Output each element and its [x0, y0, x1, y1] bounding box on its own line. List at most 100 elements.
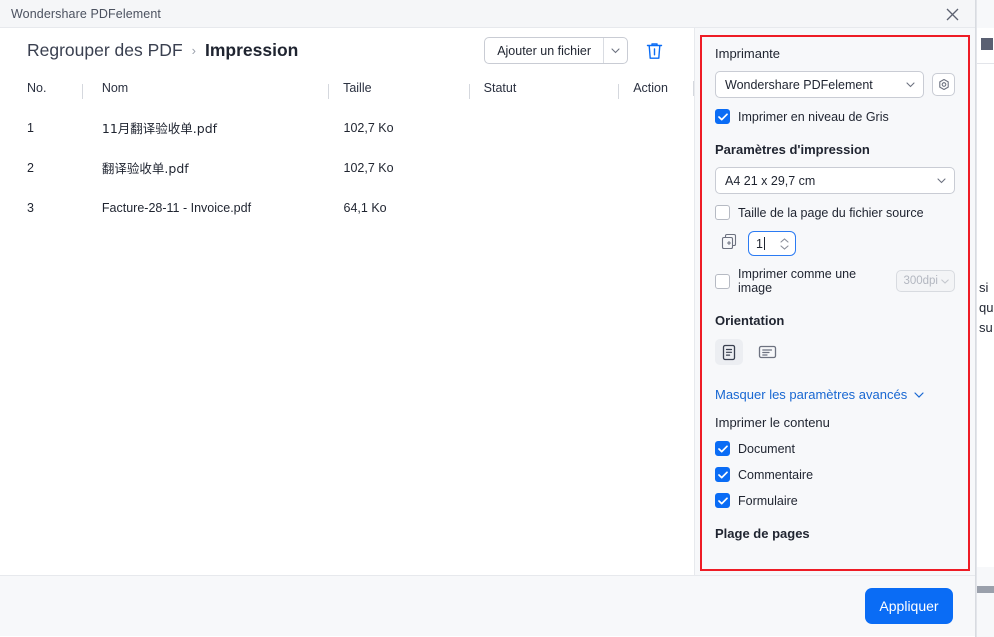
printer-section-title: Imprimante — [715, 46, 781, 61]
print-settings-title: Paramètres d'impression — [715, 142, 870, 157]
background-text-line-3: su — [979, 320, 993, 335]
cell-name: Facture-28-11 - Invoice.pdf — [101, 200, 252, 215]
row-gap — [0, 183, 694, 192]
copies-row: 1 — [715, 231, 955, 256]
source-page-size-label: Taille de la page du fichier source — [738, 205, 924, 220]
dpi-select: 300dpi — [896, 270, 955, 292]
window-title: Wondershare PDFelement — [11, 6, 161, 21]
portrait-orientation-icon — [722, 344, 736, 360]
chevron-up-icon[interactable] — [780, 237, 789, 243]
chevron-down-icon — [941, 275, 949, 287]
orientation-title: Orientation — [715, 313, 785, 328]
print-content-form-checkbox[interactable] — [715, 493, 730, 508]
chevron-down-icon — [611, 47, 620, 53]
add-file-dropdown-button[interactable] — [603, 38, 627, 63]
add-file-split-button: Ajouter un fichier — [484, 37, 628, 64]
copies-stepper[interactable] — [780, 237, 789, 250]
page-size-select[interactable]: A4 21 x 29,7 cm — [715, 167, 955, 194]
copies-input[interactable]: 1 — [748, 231, 796, 256]
pdfelement-dialog: Wondershare PDFelement Regrouper des PDF… — [0, 0, 976, 637]
advanced-settings-label: Masquer les paramètres avancés — [715, 386, 908, 402]
print-content-comment-row[interactable]: Commentaire — [715, 467, 955, 482]
column-header-size: Taille — [328, 81, 469, 99]
chevron-down-icon — [937, 177, 946, 184]
chevron-down-icon — [906, 81, 915, 88]
cell-size: 102,7 Ko — [343, 120, 394, 135]
text-caret — [763, 237, 765, 250]
cell-no: 2 — [27, 160, 34, 175]
file-list-pane: Regrouper des PDF › Impression Ajouter u… — [0, 28, 695, 575]
apply-button[interactable]: Appliquer — [865, 588, 953, 624]
source-page-size-checkbox-row[interactable]: Taille de la page du fichier source — [715, 205, 955, 220]
cell-size: 64,1 Ko — [343, 200, 387, 215]
copies-value: 1 — [756, 236, 763, 251]
breadcrumb-separator: › — [191, 43, 196, 58]
checkmark-icon — [717, 112, 728, 120]
landscape-orientation-button[interactable] — [753, 339, 781, 365]
close-button[interactable] — [929, 0, 975, 28]
orientation-row — [715, 339, 955, 365]
dialog-footer: Appliquer — [0, 575, 975, 636]
print-content-document-label: Document — [738, 441, 795, 456]
printer-row: Wondershare PDFelement — [715, 71, 955, 98]
checkmark-icon — [717, 470, 728, 478]
delete-button[interactable] — [642, 39, 666, 63]
cell-no: 3 — [27, 200, 34, 215]
column-header-status: Statut — [468, 81, 619, 99]
portrait-orientation-button[interactable] — [715, 339, 743, 365]
background-window-icon — [981, 38, 993, 50]
print-content-form-row[interactable]: Formulaire — [715, 493, 955, 508]
gear-icon — [938, 78, 949, 90]
print-settings-pane: Imprimante Wondershare PDFelement Imprim… — [695, 28, 975, 575]
print-as-image-label: Imprimer comme une image — [738, 267, 857, 295]
page-range-title: Plage de pages — [715, 526, 810, 541]
printer-select[interactable]: Wondershare PDFelement — [715, 71, 924, 98]
table-row[interactable]: 2 翻译验收单.pdf 102,7 Ko — [0, 152, 694, 183]
print-as-image-row[interactable]: Imprimer comme une image 300dpi — [715, 267, 955, 295]
title-bar: Wondershare PDFelement — [0, 0, 975, 28]
add-file-button[interactable]: Ajouter un fichier — [485, 38, 603, 63]
print-content-comment-checkbox[interactable] — [715, 467, 730, 482]
printer-properties-button[interactable] — [932, 73, 955, 96]
print-content-document-row[interactable]: Document — [715, 441, 955, 456]
breadcrumb-parent[interactable]: Regrouper des PDF — [27, 40, 183, 61]
row-gap — [0, 143, 694, 152]
grayscale-checkbox[interactable] — [715, 109, 730, 124]
background-text-line-1: si — [979, 280, 989, 295]
chevron-down-icon — [914, 385, 924, 403]
column-header-end-divider — [692, 73, 694, 103]
breadcrumb-current: Impression — [204, 40, 299, 60]
print-as-image-checkbox[interactable] — [715, 273, 730, 289]
page-size-value: A4 21 x 29,7 cm — [725, 173, 816, 188]
trash-icon — [646, 42, 662, 59]
print-settings-content: Imprimante Wondershare PDFelement Imprim… — [695, 28, 975, 541]
table-row[interactable]: 1 11月翻译验收单.pdf 102,7 Ko — [0, 112, 694, 143]
print-content-comment-label: Commentaire — [738, 467, 814, 482]
print-content-document-checkbox[interactable] — [715, 441, 730, 456]
background-window: si qu su — [976, 0, 994, 637]
cell-size: 102,7 Ko — [343, 160, 394, 175]
column-header-action: Action — [618, 81, 693, 99]
landscape-orientation-icon — [758, 345, 776, 359]
source-page-size-checkbox[interactable] — [715, 205, 730, 220]
breadcrumb: Regrouper des PDF › Impression Ajouter u… — [0, 28, 694, 73]
close-icon — [946, 8, 958, 20]
dialog-content: Regrouper des PDF › Impression Ajouter u… — [0, 28, 975, 575]
advanced-settings-toggle[interactable]: Masquer les paramètres avancés — [715, 385, 955, 403]
grayscale-checkbox-row[interactable]: Imprimer en niveau de Gris — [715, 109, 955, 124]
cell-name: 翻译验收单.pdf — [101, 161, 189, 176]
column-header-no: No. — [27, 81, 47, 95]
printer-select-value: Wondershare PDFelement — [725, 77, 873, 92]
dpi-value: 300dpi — [903, 275, 938, 287]
column-header-name: Nom — [81, 81, 328, 99]
chevron-down-icon[interactable] — [780, 244, 789, 250]
cell-name: 11月翻译验收单.pdf — [101, 121, 218, 136]
background-window-body: si qu su — [977, 64, 994, 567]
copies-icon[interactable] — [721, 233, 738, 255]
table-row[interactable]: 3 Facture-28-11 - Invoice.pdf 64,1 Ko — [0, 192, 694, 223]
background-window-scrollbar[interactable] — [977, 586, 994, 593]
